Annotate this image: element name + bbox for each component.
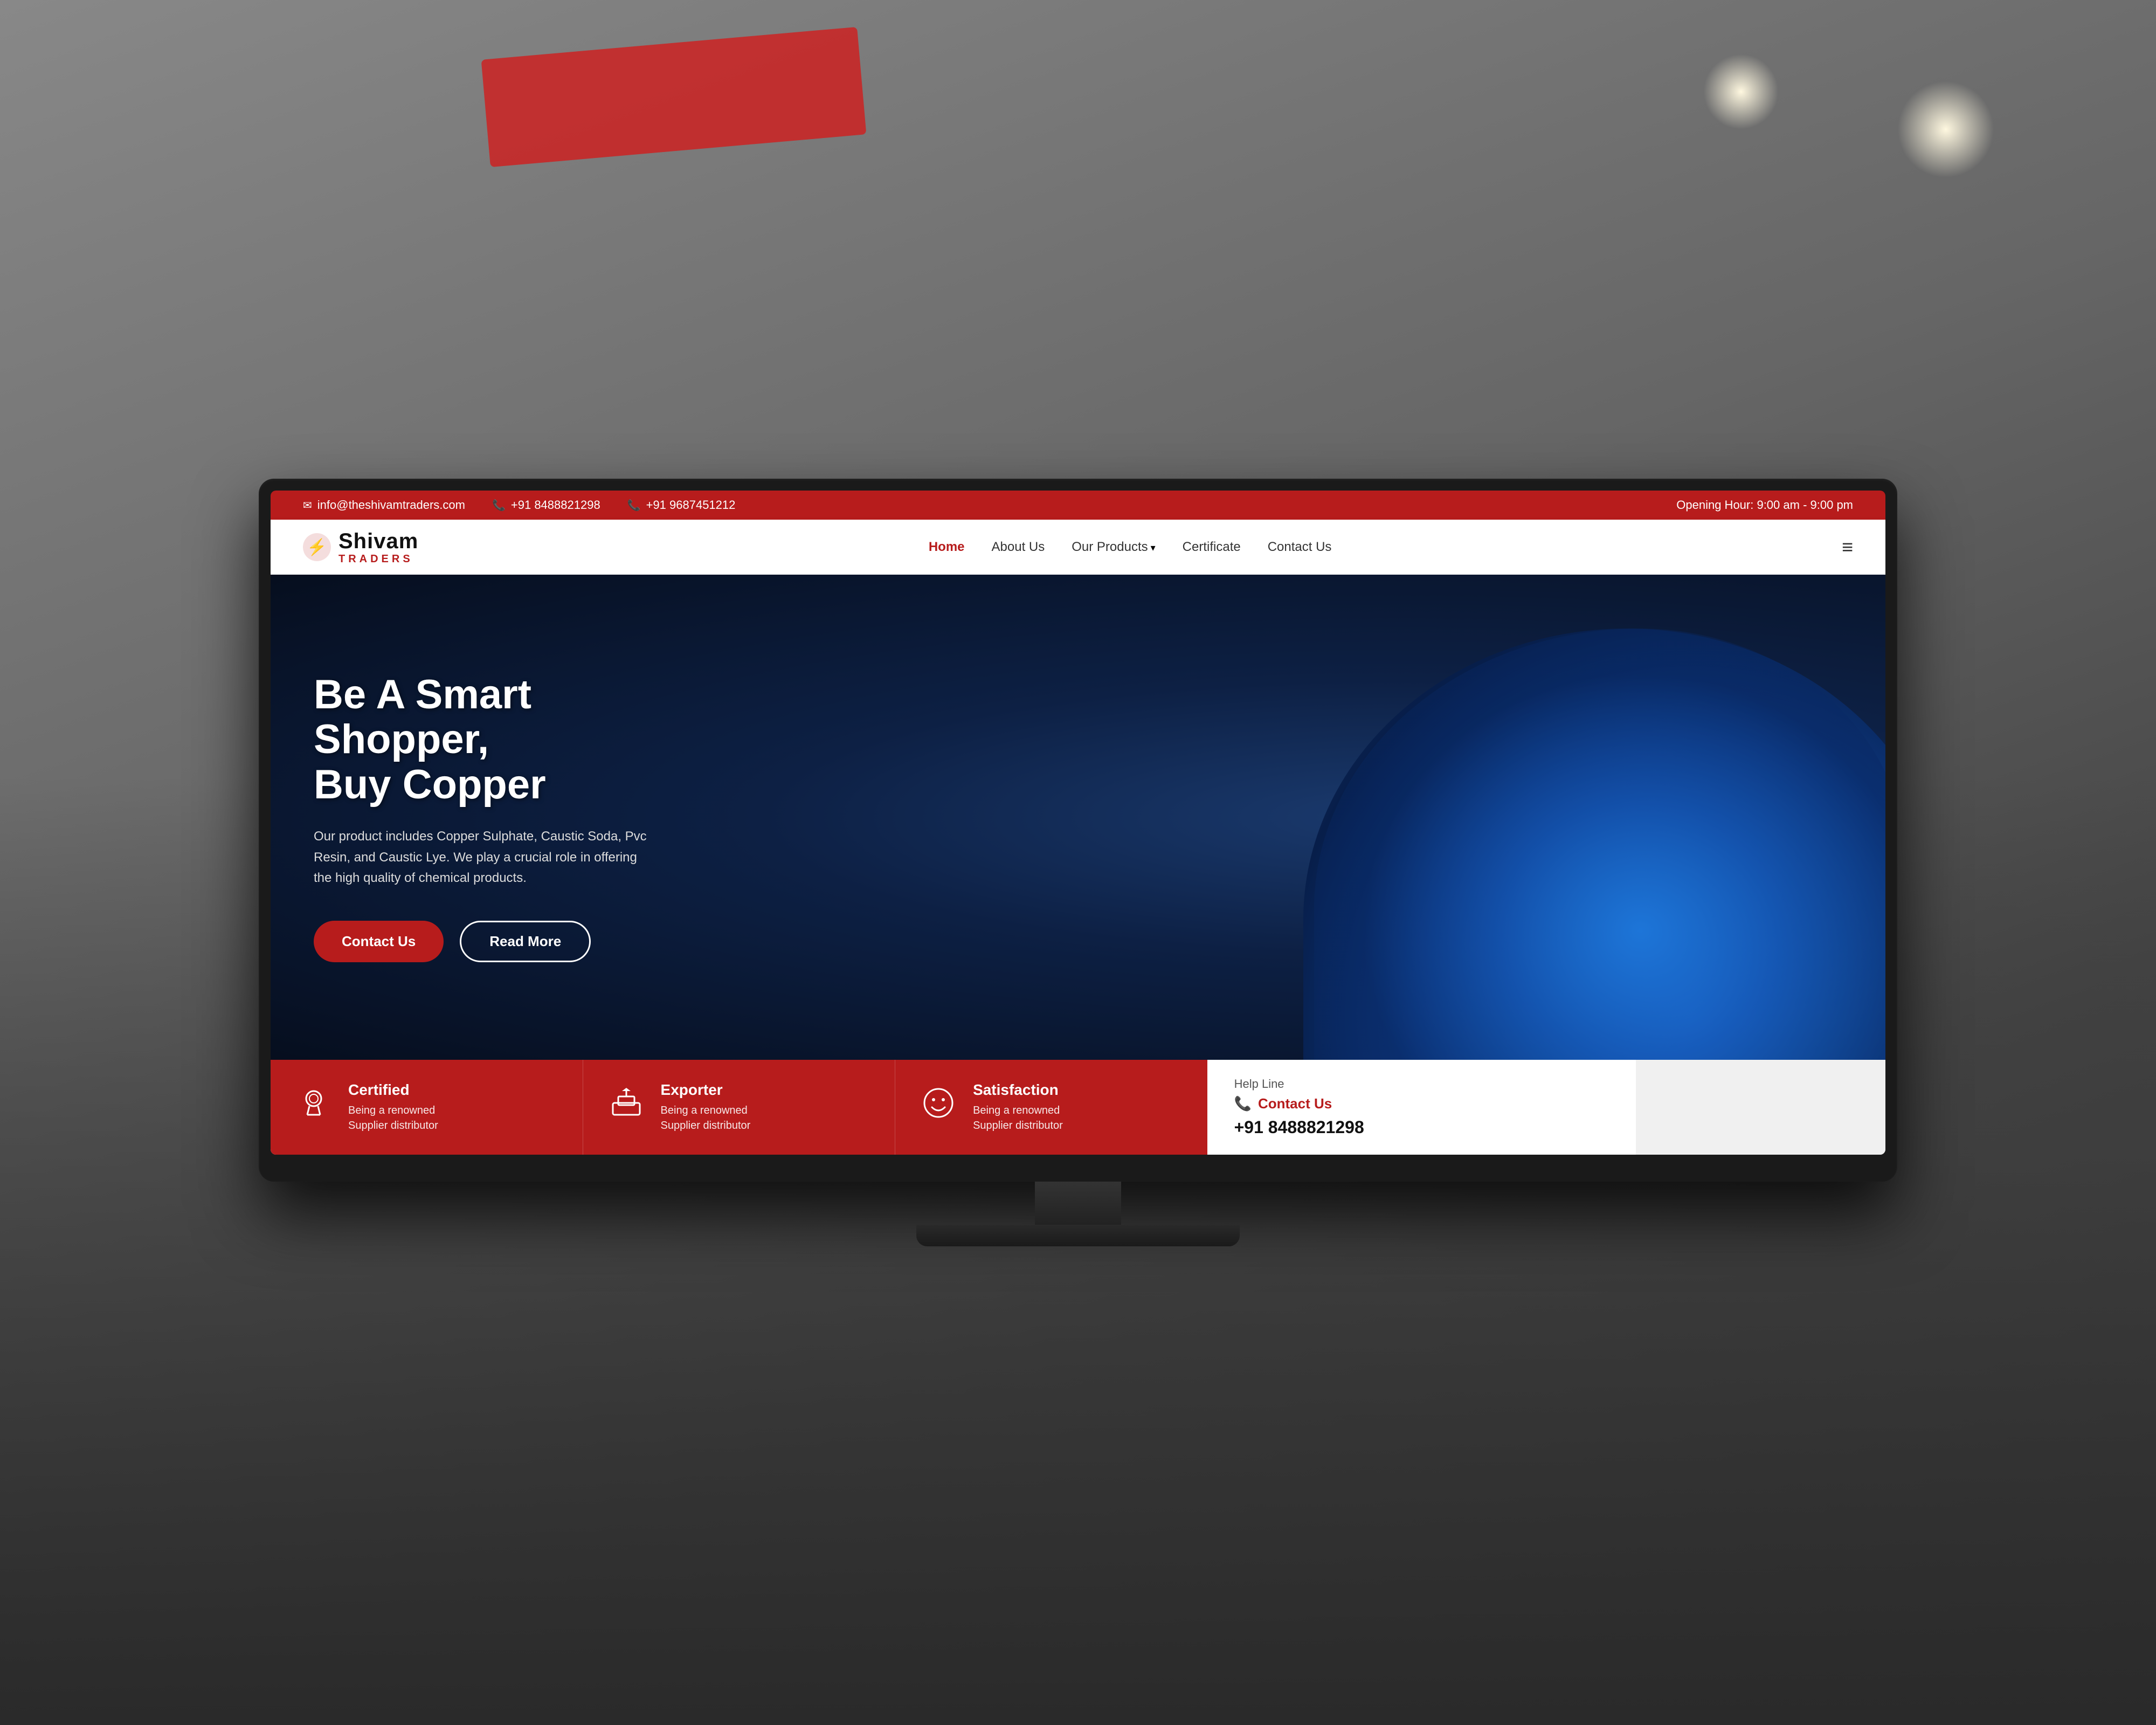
- exporter-icon: [605, 1081, 648, 1124]
- helpline-contact-row: 📞 Contact Us: [1234, 1095, 1609, 1112]
- hero-title-line2: Buy Copper: [314, 762, 546, 808]
- hero-section: Be A Smart Shopper, Buy Copper Our produ…: [271, 575, 1885, 1060]
- email-text: info@theshivamtraders.com: [317, 498, 465, 512]
- helpline-card: Help Line 📞 Contact Us +91 8488821298: [1207, 1060, 1636, 1155]
- certified-desc: Being a renowned Supplier distributor: [348, 1103, 438, 1133]
- nav-link-about[interactable]: About Us: [992, 540, 1045, 554]
- top-bar-phone2: 📞 +91 9687451212: [627, 498, 736, 512]
- hero-content: Be A Smart Shopper, Buy Copper Our produ…: [271, 672, 756, 963]
- phone2-text: +91 9687451212: [646, 498, 736, 512]
- logo-icon: ⚡: [303, 533, 331, 561]
- hero-buttons: Contact Us Read More: [314, 921, 713, 962]
- exporter-desc: Being a renowned Supplier distributor: [661, 1103, 751, 1133]
- hero-description: Our product includes Copper Sulphate, Ca…: [314, 826, 648, 888]
- nav-link-contact[interactable]: Contact Us: [1268, 540, 1332, 554]
- top-bar-email: ✉ info@theshivamtraders.com: [303, 498, 465, 512]
- top-bar-phone1: 📞 +91 8488821298: [492, 498, 600, 512]
- nav-link-certificate[interactable]: Certificate: [1183, 540, 1241, 554]
- helpline-label: Help Line: [1234, 1077, 1609, 1091]
- exporter-text: Exporter Being a renowned Supplier distr…: [661, 1081, 751, 1133]
- bg-light2: [1703, 54, 1779, 129]
- nav-item-contact[interactable]: Contact Us: [1268, 540, 1332, 555]
- nav-link-products[interactable]: Our Products: [1072, 540, 1148, 554]
- helpline-phone: +91 8488821298: [1234, 1117, 1609, 1137]
- nav-item-about[interactable]: About Us: [992, 540, 1045, 555]
- satisfaction-desc: Being a renowned Supplier distributor: [973, 1103, 1063, 1133]
- card-certified: Certified Being a renowned Supplier dist…: [271, 1060, 583, 1155]
- hamburger-icon[interactable]: ≡: [1842, 536, 1853, 558]
- email-icon: ✉: [303, 499, 312, 512]
- card-exporter: Exporter Being a renowned Supplier distr…: [583, 1060, 896, 1155]
- helpline-contact-text: Contact Us: [1258, 1095, 1332, 1112]
- website: ✉ info@theshivamtraders.com 📞 +91 848882…: [271, 491, 1885, 1155]
- nav-item-home[interactable]: Home: [929, 540, 965, 555]
- svg-text:⚡: ⚡: [307, 537, 327, 557]
- navbar: ⚡ Shivam TRADERS Home About Us Our Produ…: [271, 520, 1885, 575]
- exporter-title: Exporter: [661, 1081, 751, 1099]
- certified-title: Certified: [348, 1081, 438, 1099]
- monitor-screen: ✉ info@theshivamtraders.com 📞 +91 848882…: [271, 491, 1885, 1155]
- helpline-contact-icon: 📞: [1234, 1095, 1252, 1112]
- monitor-bezel: ✉ info@theshivamtraders.com 📞 +91 848882…: [259, 479, 1897, 1182]
- satisfaction-title: Satisfaction: [973, 1081, 1063, 1099]
- certified-icon: [292, 1081, 335, 1124]
- satisfaction-text: Satisfaction Being a renowned Supplier d…: [973, 1081, 1063, 1133]
- nav-item-certificate[interactable]: Certificate: [1183, 540, 1241, 555]
- phone1-text: +91 8488821298: [511, 498, 600, 512]
- hero-contact-button[interactable]: Contact Us: [314, 921, 444, 962]
- phone2-icon: 📞: [627, 499, 641, 512]
- monitor-stand-base: [916, 1225, 1240, 1246]
- bottom-cards: Certified Being a renowned Supplier dist…: [271, 1060, 1885, 1155]
- bg-red-banner: [481, 27, 867, 167]
- monitor-wrapper: ✉ info@theshivamtraders.com 📞 +91 848882…: [259, 479, 1897, 1246]
- hero-readmore-button[interactable]: Read More: [460, 921, 591, 962]
- bg-light1: [1897, 81, 1994, 178]
- nav-item-products[interactable]: Our Products: [1072, 540, 1155, 555]
- certified-text: Certified Being a renowned Supplier dist…: [348, 1081, 438, 1133]
- hero-title-line1: Be A Smart Shopper,: [314, 672, 531, 763]
- card-satisfaction: Satisfaction Being a renowned Supplier d…: [895, 1060, 1207, 1155]
- top-bar: ✉ info@theshivamtraders.com 📞 +91 848882…: [271, 491, 1885, 520]
- powder-texture: [1314, 629, 1885, 1060]
- hero-title: Be A Smart Shopper, Buy Copper: [314, 672, 713, 808]
- satisfaction-icon: [917, 1081, 960, 1124]
- logo-text: Shivam TRADERS: [338, 529, 418, 565]
- monitor-stand-neck: [1035, 1182, 1121, 1225]
- cards-white-box: [1636, 1060, 1885, 1155]
- nav-links: Home About Us Our Products Certificate C…: [929, 540, 1332, 555]
- nav-links-container: Home About Us Our Products Certificate C…: [929, 540, 1332, 555]
- phone1-icon: 📞: [492, 499, 506, 512]
- logo-shivam: Shivam: [338, 529, 418, 553]
- cards-red-section: Certified Being a renowned Supplier dist…: [271, 1060, 1207, 1155]
- logo-area: ⚡ Shivam TRADERS: [303, 529, 418, 565]
- logo-traders: TRADERS: [338, 553, 418, 565]
- nav-link-home[interactable]: Home: [929, 540, 965, 554]
- opening-hours: Opening Hour: 9:00 am - 9:00 pm: [1676, 498, 1853, 512]
- top-bar-left: ✉ info@theshivamtraders.com 📞 +91 848882…: [303, 498, 735, 512]
- hero-powder-visual: [1260, 575, 1885, 1060]
